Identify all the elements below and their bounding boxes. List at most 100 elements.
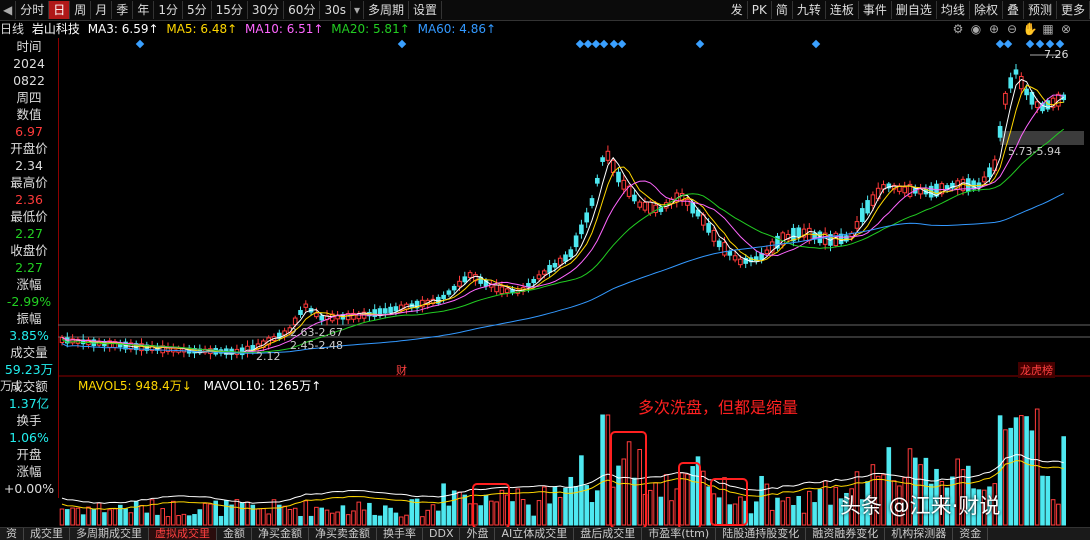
- analysis-annotation: 多次洗盘，但都是缩量: [638, 398, 799, 417]
- volume-bar: [494, 501, 499, 526]
- candle-up: [711, 229, 717, 242]
- candle-down: [865, 200, 870, 214]
- candle-up: [303, 303, 309, 308]
- candle-down: [446, 290, 452, 295]
- indicator-tab-2[interactable]: 多周期成交里: [70, 528, 149, 540]
- volume-bar: [563, 487, 568, 526]
- candle-down: [987, 167, 992, 178]
- candle-down: [727, 250, 733, 256]
- candle-up: [902, 186, 908, 194]
- volume-bar: [706, 486, 711, 526]
- signal-diamond-marker: [1025, 39, 1035, 49]
- volume-bar: [1003, 429, 1008, 526]
- candle-up: [536, 274, 542, 280]
- range-low-label: 2.45-2.48: [290, 339, 343, 352]
- volume-bar: [1029, 430, 1035, 526]
- candle-down: [1013, 69, 1019, 75]
- kline-chart[interactable]: [0, 0, 1090, 527]
- volume-bar: [716, 497, 722, 526]
- candle-up: [1034, 101, 1040, 108]
- indicator-tab-15[interactable]: 机构探测器: [885, 528, 954, 540]
- indicator-tab-5[interactable]: 净买金额: [252, 528, 309, 540]
- volume-bar: [441, 483, 446, 526]
- candle-up: [833, 232, 839, 247]
- candle-down: [844, 235, 849, 242]
- volume-bar: [653, 482, 658, 526]
- indicator-tab-13[interactable]: 陆股通持股变化: [716, 528, 807, 540]
- indicator-tab-3[interactable]: 虚拟成交里: [149, 528, 217, 540]
- volume-bar: [356, 501, 362, 526]
- volume-bar: [738, 496, 743, 526]
- indicator-tab-6[interactable]: 净买卖金额: [309, 528, 377, 540]
- indicator-tab-16[interactable]: 资金: [953, 528, 989, 540]
- volume-bar: [192, 514, 197, 526]
- volume-bar: [383, 505, 388, 526]
- volume-bar: [515, 488, 521, 526]
- volume-bar: [367, 502, 372, 526]
- candle-down: [584, 212, 590, 223]
- volume-bar: [91, 508, 97, 526]
- range-top-label: 5.73-5.94: [1008, 145, 1061, 158]
- signal-diamond-marker: [599, 39, 609, 49]
- signal-diamond-marker: [811, 39, 821, 49]
- volume-bar: [239, 502, 245, 526]
- volume-bar: [245, 501, 250, 526]
- volume-bar: [133, 501, 139, 526]
- volume-bar: [292, 507, 298, 526]
- volume-bar: [144, 512, 150, 526]
- indicator-tab-8[interactable]: DDX: [423, 528, 461, 540]
- volume-bar: [467, 503, 473, 526]
- indicator-tab-bar: 资成交里 多周期成交里 虚拟成交里 金额 净买金额 净买卖金额 换手率 DDX 外盘 AI立体成交…: [0, 527, 1090, 540]
- candle-down: [579, 224, 584, 235]
- volume-bar: [711, 493, 717, 526]
- mavol5-value: MAVOL5: 948.4万↓: [78, 379, 192, 393]
- indicator-tab-7[interactable]: 换手率: [377, 528, 423, 540]
- volume-bar: [764, 483, 770, 526]
- event-financial-marker[interactable]: 财: [396, 362, 407, 378]
- volume-bar: [679, 472, 685, 526]
- signal-diamond-marker: [995, 39, 1005, 49]
- volume-bar: [722, 477, 727, 526]
- indicator-tab-1[interactable]: 成交里: [24, 528, 70, 540]
- volume-bar: [462, 494, 468, 526]
- volume-bar: [398, 516, 404, 526]
- indicator-tab-12[interactable]: 市盈率(ttm): [642, 528, 717, 540]
- volume-bar: [817, 489, 823, 526]
- indicator-tab-4[interactable]: 金额: [217, 528, 252, 540]
- volume-bar: [149, 499, 155, 526]
- volume-bar: [727, 504, 733, 526]
- volume-bar: [229, 504, 234, 526]
- volume-bar: [1056, 503, 1061, 526]
- volume-bar: [1024, 416, 1029, 526]
- candle-up: [621, 179, 627, 190]
- volume-bar: [648, 489, 653, 526]
- candle-up: [557, 257, 563, 266]
- volume-bar: [112, 508, 118, 526]
- candle-up: [457, 280, 462, 287]
- volume-bar: [828, 504, 833, 526]
- ma60-line: [61, 192, 1064, 354]
- volume-bar: [420, 516, 425, 526]
- volume-bar: [266, 513, 271, 526]
- volume-bar: [165, 516, 171, 526]
- indicator-tab-0[interactable]: 资: [0, 528, 24, 540]
- signal-diamond-marker: [695, 39, 705, 49]
- indicator-tab-14[interactable]: 融资融券变化: [806, 528, 886, 540]
- candle-down: [563, 254, 568, 262]
- volume-bar: [769, 509, 775, 526]
- volume-bar: [1040, 475, 1045, 526]
- volume-bar: [1034, 408, 1040, 526]
- volume-bar: [663, 474, 669, 526]
- volume-bar: [801, 512, 807, 526]
- candle-up: [685, 199, 690, 206]
- volume-bar: [218, 515, 224, 526]
- volume-bar: [483, 494, 489, 526]
- indicator-tab-11[interactable]: 盘后成交里: [574, 528, 643, 540]
- volume-bar: [128, 512, 134, 526]
- volume-bar: [685, 473, 690, 526]
- indicator-tab-9[interactable]: 外盘: [460, 528, 496, 540]
- candle-down: [568, 249, 574, 258]
- event-dragon-tiger-marker[interactable]: 龙虎榜: [1018, 362, 1055, 378]
- price-range-band: [1000, 131, 1084, 145]
- indicator-tab-10[interactable]: AI立体成交里: [495, 528, 575, 540]
